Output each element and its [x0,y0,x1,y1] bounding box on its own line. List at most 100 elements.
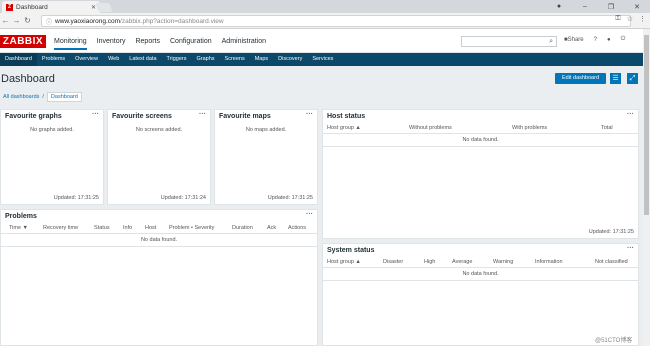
column-high: High [424,259,436,265]
submenu-dashboard[interactable]: Dashboard [0,53,37,66]
widget-menu-icon[interactable]: ··· [627,245,634,252]
search-input[interactable]: ⌕ [461,36,557,47]
submenu-services[interactable]: Services [307,53,338,66]
widget-menu-icon[interactable]: ··· [306,111,313,118]
fullscreen-icon[interactable]: ⤢ [627,73,638,84]
widget-title: System status [327,247,375,254]
column-with-problems: With problems [512,125,548,131]
widget-title: Problems [5,213,37,220]
submenu-discovery[interactable]: Discovery [273,53,307,66]
scrollbar-thumb[interactable] [644,35,649,215]
empty-message: No screens added. [135,127,183,133]
menu-configuration[interactable]: Configuration [170,38,212,45]
updated-time: Updated: 17:31:25 [53,195,99,201]
profile-icon[interactable]: ● [546,3,572,10]
close-window-icon[interactable]: ✕ [624,3,650,11]
column-information: Information [535,259,563,265]
minimize-icon[interactable]: – [572,3,598,10]
column-duration: Duration [232,225,253,231]
no-data-row: No data found. [1,234,317,247]
url-path: /zabbix.php?action=dashboard.view [120,17,224,25]
submenu-graphs[interactable]: Graphs [191,53,219,66]
page-header: Dashboard Edit dashboard ☰ ⤢ [0,66,643,90]
widget-favourite-screens: Favourite screens ··· No screens added. U… [107,109,211,205]
zabbix-header: ZABBIX Monitoring Inventory Reports Conf… [0,29,643,53]
submenu-screens[interactable]: Screens [220,53,250,66]
widget-favourite-graphs: Favourite graphs ··· No graphs added. Upd… [0,109,104,205]
main-menu: Monitoring Inventory Reports Configurati… [54,29,266,53]
menu-reports[interactable]: Reports [135,38,160,45]
table-header: Time ▼ Recovery time Status Info Host Pr… [1,223,317,234]
zabbix-logo[interactable]: ZABBIX [0,35,46,48]
tab-title: Dashboard [16,3,48,11]
column-time[interactable]: Time ▼ [1,225,43,231]
no-data-row: No data found. [323,134,638,147]
widget-menu-icon[interactable]: ··· [92,111,99,118]
widget-host-status: Host status ··· Host group ▲ Without prob… [322,109,639,239]
widget-menu-icon[interactable]: ··· [306,211,313,218]
widget-title: Favourite screens [112,113,172,120]
zabbix-favicon-icon: Z [6,3,13,11]
column-average: Average [452,259,473,265]
widget-problems: Problems ··· Time ▼ Recovery time Status … [0,209,318,346]
column-actions: Actions [288,225,307,231]
menu-monitoring[interactable]: Monitoring [54,38,87,50]
dashboard-actions-menu-icon[interactable]: ☰ [610,73,621,84]
info-icon: ⓘ [46,19,53,26]
browser-menu-icon[interactable]: ⋮ [639,15,646,23]
url-host: www.yaoxiaorong.com [55,17,121,25]
empty-message: No graphs added. [30,127,74,133]
page-title: Dashboard [1,73,55,85]
menu-inventory[interactable]: Inventory [97,38,126,45]
page-scrollbar[interactable] [643,29,650,346]
column-status: Status [94,225,110,231]
updated-time: Updated: 17:31:25 [267,195,313,201]
menu-administration[interactable]: Administration [222,38,266,45]
table-header: Host group ▲ Disaster High Average Warni… [323,257,638,268]
submenu-problems[interactable]: Problems [37,53,70,66]
restore-icon[interactable]: ❐ [598,3,624,11]
new-tab-button[interactable] [95,3,113,12]
column-disaster: Disaster [383,259,404,265]
address-bar-row: ← → ↻ ⓘ www.yaoxiaorong.com /zabbix.php?… [0,13,650,29]
sign-out-icon[interactable]: ⏻ [621,36,626,43]
bookmark-star-icon[interactable]: ☆ [627,15,633,23]
url-input[interactable]: ⓘ www.yaoxiaorong.com /zabbix.php?action… [41,15,631,27]
back-icon[interactable]: ← [0,16,11,25]
reload-icon[interactable]: ↻ [22,16,33,25]
widget-menu-icon[interactable]: ··· [199,111,206,118]
search-icon[interactable]: ⌕ [549,38,553,46]
widget-title: Favourite maps [219,113,271,120]
submenu-web[interactable]: Web [103,53,124,66]
breadcrumb: All dashboards / Dashboard [0,92,82,102]
column-not-classified: Not classified [595,259,628,265]
breadcrumb-all-dashboards[interactable]: All dashboards [0,94,39,100]
browser-tab[interactable]: Z Dashboard ✕ [2,1,100,13]
updated-time: Updated: 17:31:24 [160,195,206,201]
column-recovery-time: Recovery time [43,225,79,231]
column-host[interactable]: Host [145,225,169,231]
watermark: @51CTO博客 [595,338,633,344]
share-link[interactable]: ■Share [564,37,584,43]
edit-dashboard-button[interactable]: Edit dashboard [555,73,606,84]
column-ack: Ack [267,225,277,231]
widget-title: Favourite graphs [5,113,62,120]
table-header: Host group ▲ Without problems With probl… [323,123,638,134]
forward-icon[interactable]: → [11,16,22,25]
updated-time: Updated: 17:31:25 [588,229,634,235]
submenu-triggers[interactable]: Triggers [162,53,192,66]
column-host-group[interactable]: Host group ▲ [323,125,409,131]
submenu-overview[interactable]: Overview [70,53,103,66]
column-info: Info [123,225,133,231]
help-icon[interactable]: ? [594,37,597,43]
submenu-latest-data[interactable]: Latest data [124,53,161,66]
column-host-group[interactable]: Host group ▲ [323,259,383,265]
widget-title: Host status [327,113,366,120]
user-profile-icon[interactable]: ● [607,37,611,43]
column-problem-severity[interactable]: Problem • Severity [169,225,232,231]
submenu-maps[interactable]: Maps [250,53,273,66]
share-label: Share [567,36,584,43]
key-icon[interactable]: ⚿ [615,15,620,23]
breadcrumb-current[interactable]: Dashboard [46,92,82,102]
widget-menu-icon[interactable]: ··· [627,111,634,118]
